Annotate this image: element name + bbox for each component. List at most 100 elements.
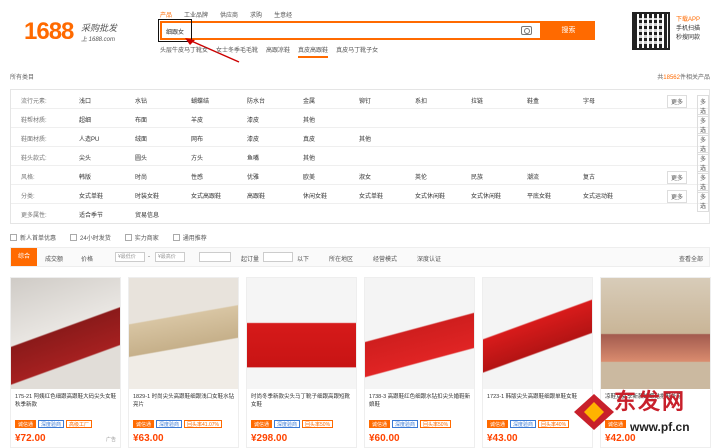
search-tab-business[interactable]: 生意经 (274, 10, 292, 19)
filter-option[interactable]: 优雅 (247, 172, 259, 181)
filter-option[interactable]: 英伦 (415, 172, 427, 181)
product-image[interactable] (129, 278, 238, 389)
filter-option[interactable]: 鞋盒 (527, 96, 539, 105)
sort-default-button[interactable]: 综合 (11, 248, 37, 266)
filter-more-button[interactable]: 更多 (667, 171, 688, 184)
filter-option[interactable]: 圆头 (135, 153, 147, 162)
filter-option[interactable]: 性感 (191, 172, 203, 181)
filter-option[interactable]: 金属 (303, 96, 315, 105)
qty-input[interactable] (199, 252, 231, 262)
camera-icon[interactable] (521, 26, 532, 35)
filter-option[interactable]: 拉链 (471, 96, 483, 105)
product-card[interactable]: 175-21 阿姨红色细跟高跟鞋大码尖头女鞋秋季新款 诚信通 深度验商 高级工厂 ¥72… (10, 277, 121, 448)
filter-option[interactable]: 女式单鞋 (359, 191, 383, 200)
filter-option[interactable]: 韩版 (79, 172, 91, 181)
filter-option[interactable]: 字母 (583, 96, 595, 105)
filter-option[interactable]: 时尚 (135, 172, 147, 181)
filter-option[interactable]: 其他 (303, 153, 315, 162)
search-tab-product[interactable]: 产品 (160, 10, 172, 19)
qty-value-input[interactable] (263, 252, 293, 262)
filter-option[interactable]: 布面 (135, 115, 147, 124)
filter-option[interactable]: 蝴蝶结 (191, 96, 209, 105)
filter-option[interactable]: 其他 (303, 115, 315, 124)
filter-option[interactable]: 女式休闲鞋 (471, 191, 501, 200)
filter-option[interactable]: 女式单鞋 (79, 191, 103, 200)
product-card[interactable]: 1829-1 时尚尖头高跟鞋细跟浅口女鞋水钻亮片 诚信通 深度验商 回头率41.07%… (128, 277, 239, 448)
checkbox-strong-seller[interactable]: 实力商家 (124, 233, 159, 242)
sort-volume-button[interactable]: 成交额 (45, 254, 63, 263)
filter-option[interactable]: 漆皮 (247, 115, 259, 124)
filter-option[interactable]: 鱼嘴 (247, 153, 259, 162)
product-card[interactable]: 1738-3 高跟鞋红色细跟水钻扣尖头婚鞋新娘鞋 诚信通 深度验商 回头率50% ¥60… (364, 277, 475, 448)
hot-word[interactable]: 高跟凉鞋 (266, 45, 290, 58)
filter-option[interactable]: 浅口 (79, 96, 91, 105)
filter-region[interactable]: 所在地区 (329, 254, 353, 263)
filter-more-button[interactable]: 更多 (667, 190, 688, 203)
checkbox-icon[interactable] (172, 234, 180, 241)
logo[interactable]: 1688 采购批发 上 1688.com (24, 18, 154, 46)
sort-price-button[interactable]: 价格 (81, 254, 93, 263)
filter-option[interactable]: 防水台 (247, 96, 265, 105)
filter-option[interactable]: 其他 (359, 134, 371, 143)
search-input[interactable] (166, 26, 466, 36)
breadcrumb[interactable]: 所有类目 (10, 72, 34, 81)
checkbox-icon[interactable] (124, 234, 132, 241)
product-title[interactable]: 1829-1 时尚尖头高跟鞋细跟浅口女鞋水钻亮片 (133, 393, 237, 409)
filter-verification[interactable]: 深度认证 (417, 254, 441, 263)
filter-option[interactable]: 女式高跟鞋 (191, 191, 221, 200)
filter-option[interactable]: 漆皮 (247, 134, 259, 143)
filter-option[interactable]: 时装女鞋 (135, 191, 159, 200)
filter-option[interactable]: 女式运动鞋 (583, 191, 613, 200)
product-image[interactable] (11, 278, 120, 389)
price-max-input[interactable]: ¥最高价 (155, 252, 185, 262)
filter-option[interactable]: 淑女 (359, 172, 371, 181)
price-min-input[interactable]: ¥最低价 (115, 252, 145, 262)
search-tab-purchase[interactable]: 求购 (250, 10, 262, 19)
filter-option[interactable]: 尖头 (79, 153, 91, 162)
product-title[interactable]: 时尚冬季新款尖头马丁靴子细跟高跟短靴女鞋 (251, 393, 355, 409)
filter-option[interactable]: 贸易信息 (135, 210, 159, 219)
product-image[interactable] (365, 278, 474, 389)
product-title[interactable]: 175-21 阿姨红色细跟高跟鞋大码尖头女鞋秋季新款 (15, 393, 119, 409)
filter-option[interactable]: 网布 (191, 134, 203, 143)
hot-word-active[interactable]: 真皮高跟鞋 (298, 45, 329, 58)
filter-option[interactable]: 绒面 (135, 134, 147, 143)
filter-more-button[interactable]: 更多 (667, 95, 688, 108)
filter-option[interactable]: 平底女鞋 (527, 191, 551, 200)
filter-business-mode[interactable]: 经营模式 (373, 254, 397, 263)
checkbox-new-user[interactable]: 新人首单优惠 (10, 233, 56, 242)
checkbox-24h[interactable]: 24小时发货 (70, 233, 111, 242)
product-image[interactable] (601, 278, 710, 389)
product-image[interactable] (483, 278, 592, 389)
filter-option[interactable]: 人造PU (79, 134, 99, 143)
product-card[interactable]: 时尚冬季新款尖头马丁靴子细跟高跟短靴女鞋 诚信通 深度验商 回头率50% ¥298.00 (246, 277, 357, 448)
filter-option[interactable]: 真皮 (303, 134, 315, 143)
filter-option[interactable]: 方头 (191, 153, 203, 162)
filter-option[interactable]: 休闲女鞋 (303, 191, 327, 200)
view-all-link[interactable]: 查看全部 (679, 254, 703, 263)
filter-option[interactable]: 水钻 (135, 96, 147, 105)
checkbox-general[interactable]: 通用推荐 (172, 233, 207, 242)
filter-option[interactable]: 民族 (471, 172, 483, 181)
product-image[interactable] (247, 278, 356, 389)
filter-option[interactable]: 铆钉 (359, 96, 371, 105)
filter-option[interactable]: 高跟鞋 (247, 191, 265, 200)
hot-word[interactable]: 真皮马丁靴子女 (336, 45, 378, 58)
app-download[interactable]: 下载APP 手机扫描 秒搜同款 (676, 16, 700, 43)
checkbox-icon[interactable] (10, 234, 17, 241)
search-button[interactable]: 搜索 (542, 21, 595, 40)
filter-option[interactable]: 超细 (79, 115, 91, 124)
filter-option[interactable]: 潮流 (527, 172, 539, 181)
filter-option[interactable]: 适合季节 (79, 210, 103, 219)
hot-word[interactable]: 头层牛皮马丁靴女 (160, 45, 208, 58)
hot-word[interactable]: 女士冬季毛毛靴 (216, 45, 258, 58)
search-tab-supplier[interactable]: 供应商 (220, 10, 238, 19)
product-title[interactable]: 1738-3 高跟鞋红色细跟水钻扣尖头婚鞋新娘鞋 (369, 393, 473, 409)
checkbox-icon[interactable] (70, 234, 78, 241)
filter-option[interactable]: 欧美 (303, 172, 315, 181)
filter-option[interactable]: 羊皮 (191, 115, 203, 124)
filter-option[interactable]: 复古 (583, 172, 595, 181)
filter-option[interactable]: 系扣 (415, 96, 427, 105)
filter-option[interactable]: 女式休闲鞋 (415, 191, 445, 200)
search-tab-industrial-brand[interactable]: 工业品牌 (184, 10, 208, 19)
